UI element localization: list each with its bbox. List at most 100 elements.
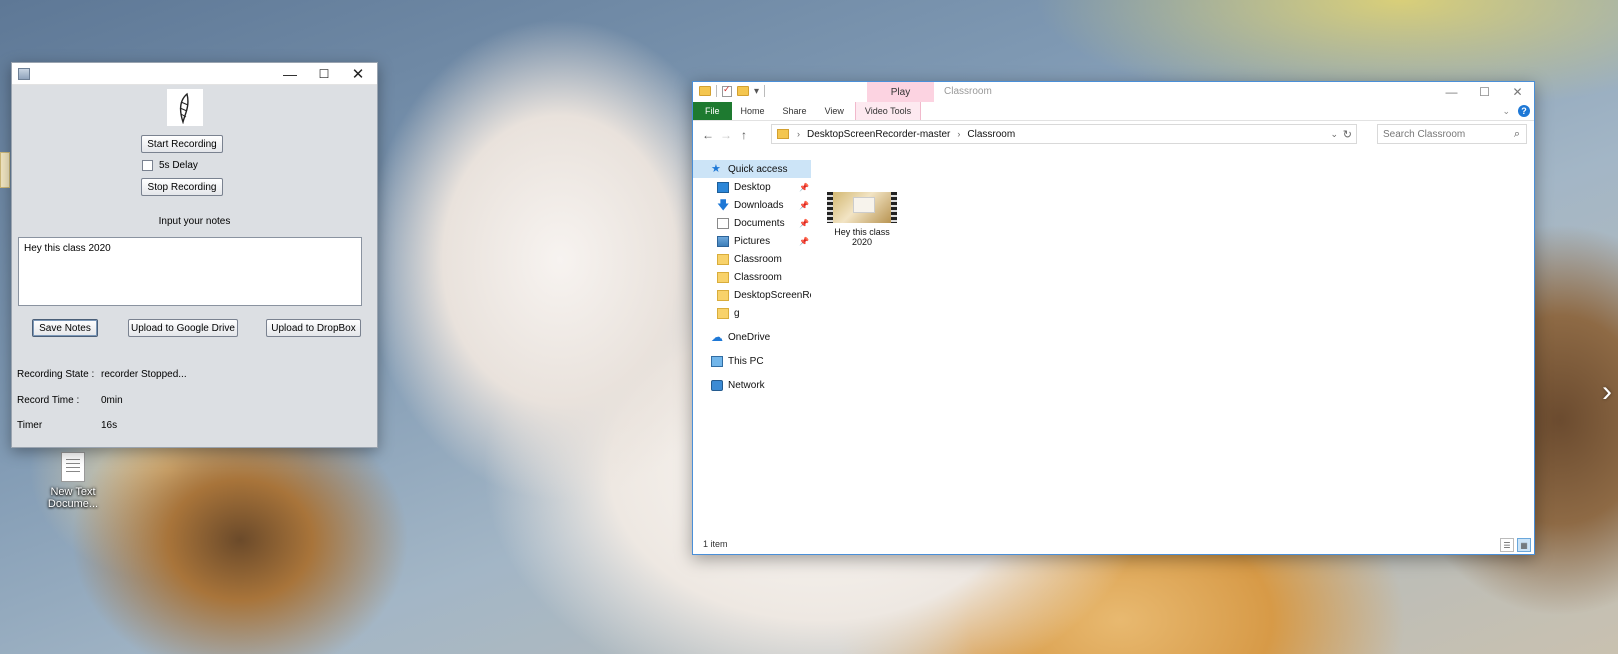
nav-item-onedrive[interactable]: ☁ OneDrive [711, 328, 811, 346]
desktop-icon-label-line1: New Text [50, 486, 96, 498]
upload-dropbox-button[interactable]: Upload to DropBox [266, 319, 361, 337]
help-icon[interactable]: ? [1518, 105, 1530, 117]
save-notes-button[interactable]: Save Notes [32, 319, 98, 337]
delay-label: 5s Delay [159, 160, 198, 171]
text-document-icon [61, 452, 85, 482]
chevron-down-icon[interactable]: ⌄ [1330, 129, 1338, 140]
navigation-pane: ★ Quick access Desktop 📌 🡇 Downloads 📌 D… [693, 160, 811, 530]
forward-arrow-icon[interactable]: → [717, 128, 735, 142]
nav-item-quick-access[interactable]: ★ Quick access [693, 160, 811, 178]
tab-share[interactable]: Share [774, 102, 816, 120]
documents-icon [717, 217, 729, 229]
recorder-logo [167, 89, 203, 126]
large-icons-view-icon[interactable]: ▦ [1517, 538, 1531, 552]
desktop-shortcut-partial[interactable] [0, 152, 10, 188]
notes-textarea[interactable]: Hey this class 2020 [18, 237, 362, 306]
nav-label: Network [728, 379, 765, 391]
folder-icon [717, 289, 729, 301]
nav-label: Pictures [734, 235, 771, 247]
breadcrumb-item[interactable]: DesktopScreenRecorder-master [807, 129, 950, 140]
desktop-text-file-icon[interactable]: New Text Docume... [38, 452, 108, 510]
video-file-item[interactable]: Hey this class 2020 [826, 192, 898, 247]
nav-label: OneDrive [728, 331, 771, 343]
address-bar[interactable]: › DesktopScreenRecorder-master › Classro… [771, 124, 1357, 144]
delay-checkbox[interactable] [142, 160, 153, 171]
ribbon-tabs: File Home Share View Video Tools ⌄ ? [693, 102, 1534, 121]
timer-row: Timer 16s [17, 420, 117, 431]
nav-item-g[interactable]: g [717, 304, 811, 322]
nav-label: Classroom [734, 253, 782, 265]
desktop-icon [717, 181, 729, 193]
start-recording-button[interactable]: Start Recording [141, 135, 223, 153]
pictures-icon [717, 235, 729, 247]
nav-item-pictures[interactable]: Pictures 📌 [717, 232, 811, 250]
file-name-line1: Hey this class [834, 227, 890, 237]
maximize-button[interactable]: ☐ [307, 63, 341, 85]
expand-ribbon-icon[interactable]: ⌄ [1502, 106, 1510, 117]
window-title: Classroom [944, 86, 992, 97]
timer-value: 16s [101, 420, 118, 431]
search-placeholder: Search Classroom [1383, 128, 1466, 140]
view-toggle: ☰ ▦ [1500, 538, 1531, 552]
context-tab-play[interactable]: Play [867, 82, 934, 102]
chevron-right-icon[interactable]: › [957, 129, 960, 139]
chevron-right-icon[interactable]: › [797, 129, 800, 139]
recording-state-value: recorder Stopped... [101, 369, 187, 380]
recorder-window: — ☐ ✕ Start Recording 5s Delay Stop Reco… [11, 62, 378, 448]
star-icon: ★ [711, 162, 721, 175]
refresh-icon[interactable]: ↻ [1343, 128, 1352, 141]
computer-icon [711, 355, 723, 367]
network-icon [711, 379, 723, 391]
maximize-button[interactable]: ☐ [1468, 82, 1501, 102]
up-arrow-icon[interactable]: ↑ [735, 128, 753, 142]
record-time-value: 0min [101, 395, 123, 406]
upload-google-drive-button[interactable]: Upload to Google Drive [128, 319, 238, 337]
close-button[interactable]: ✕ [341, 63, 375, 85]
desktop-icon-label-line2: Docume... [47, 498, 99, 510]
properties-icon[interactable] [722, 84, 732, 97]
tab-home[interactable]: Home [732, 102, 774, 120]
minimize-button[interactable]: — [273, 63, 307, 85]
search-icon[interactable]: ⌕ [1514, 128, 1520, 141]
nav-label: DesktopScreenReco [734, 289, 811, 301]
nav-item-downloads[interactable]: 🡇 Downloads 📌 [717, 196, 811, 214]
nav-item-desktopscreenrecorder[interactable]: DesktopScreenReco [717, 286, 811, 304]
details-view-icon[interactable]: ☰ [1500, 538, 1514, 552]
close-button[interactable]: ✕ [1501, 82, 1534, 102]
file-explorer-window: ▾ Play Classroom — ☐ ✕ File Home Share V… [692, 81, 1535, 555]
nav-item-classroom[interactable]: Classroom [717, 250, 811, 268]
nav-label: Classroom [734, 271, 782, 283]
search-input[interactable]: Search Classroom ⌕ [1377, 124, 1527, 144]
nav-item-documents[interactable]: Documents 📌 [717, 214, 811, 232]
pin-icon: 📌 [799, 236, 809, 246]
nav-item-desktop[interactable]: Desktop 📌 [717, 178, 811, 196]
new-folder-icon[interactable] [737, 86, 749, 96]
nav-item-this-pc[interactable]: This PC [711, 352, 811, 370]
customize-toolbar-icon[interactable]: ▾ [754, 86, 759, 97]
explorer-titlebar[interactable]: ▾ Play Classroom — ☐ ✕ [693, 82, 1534, 102]
folder-icon [717, 307, 729, 319]
folder-icon [699, 86, 711, 96]
nav-item-classroom-2[interactable]: Classroom [717, 268, 811, 286]
tab-view[interactable]: View [816, 102, 853, 120]
tab-video-tools[interactable]: Video Tools [854, 102, 922, 120]
folder-icon [717, 253, 729, 265]
back-arrow-icon[interactable]: ← [699, 128, 717, 142]
recording-state-row: Recording State : recorder Stopped... [17, 369, 187, 380]
nav-item-network[interactable]: Network [711, 376, 811, 394]
stop-recording-button[interactable]: Stop Recording [141, 178, 223, 196]
recorder-titlebar[interactable]: — ☐ ✕ [12, 63, 377, 85]
video-thumbnail [827, 192, 897, 223]
next-wallpaper-arrow-icon[interactable]: › [1602, 375, 1612, 409]
status-item-count: 1 item [703, 539, 728, 549]
file-name-line2: 2020 [851, 237, 873, 247]
quick-access-toolbar: ▾ [699, 84, 766, 97]
nav-label: Quick access [728, 163, 788, 175]
minimize-button[interactable]: — [1435, 82, 1468, 102]
delay-checkbox-row[interactable]: 5s Delay [142, 160, 198, 171]
record-time-label: Record Time : [17, 395, 80, 406]
java-app-icon [18, 68, 30, 80]
tab-file[interactable]: File [693, 102, 732, 120]
timer-label: Timer [17, 420, 43, 431]
breadcrumb-item[interactable]: Classroom [967, 129, 1015, 140]
